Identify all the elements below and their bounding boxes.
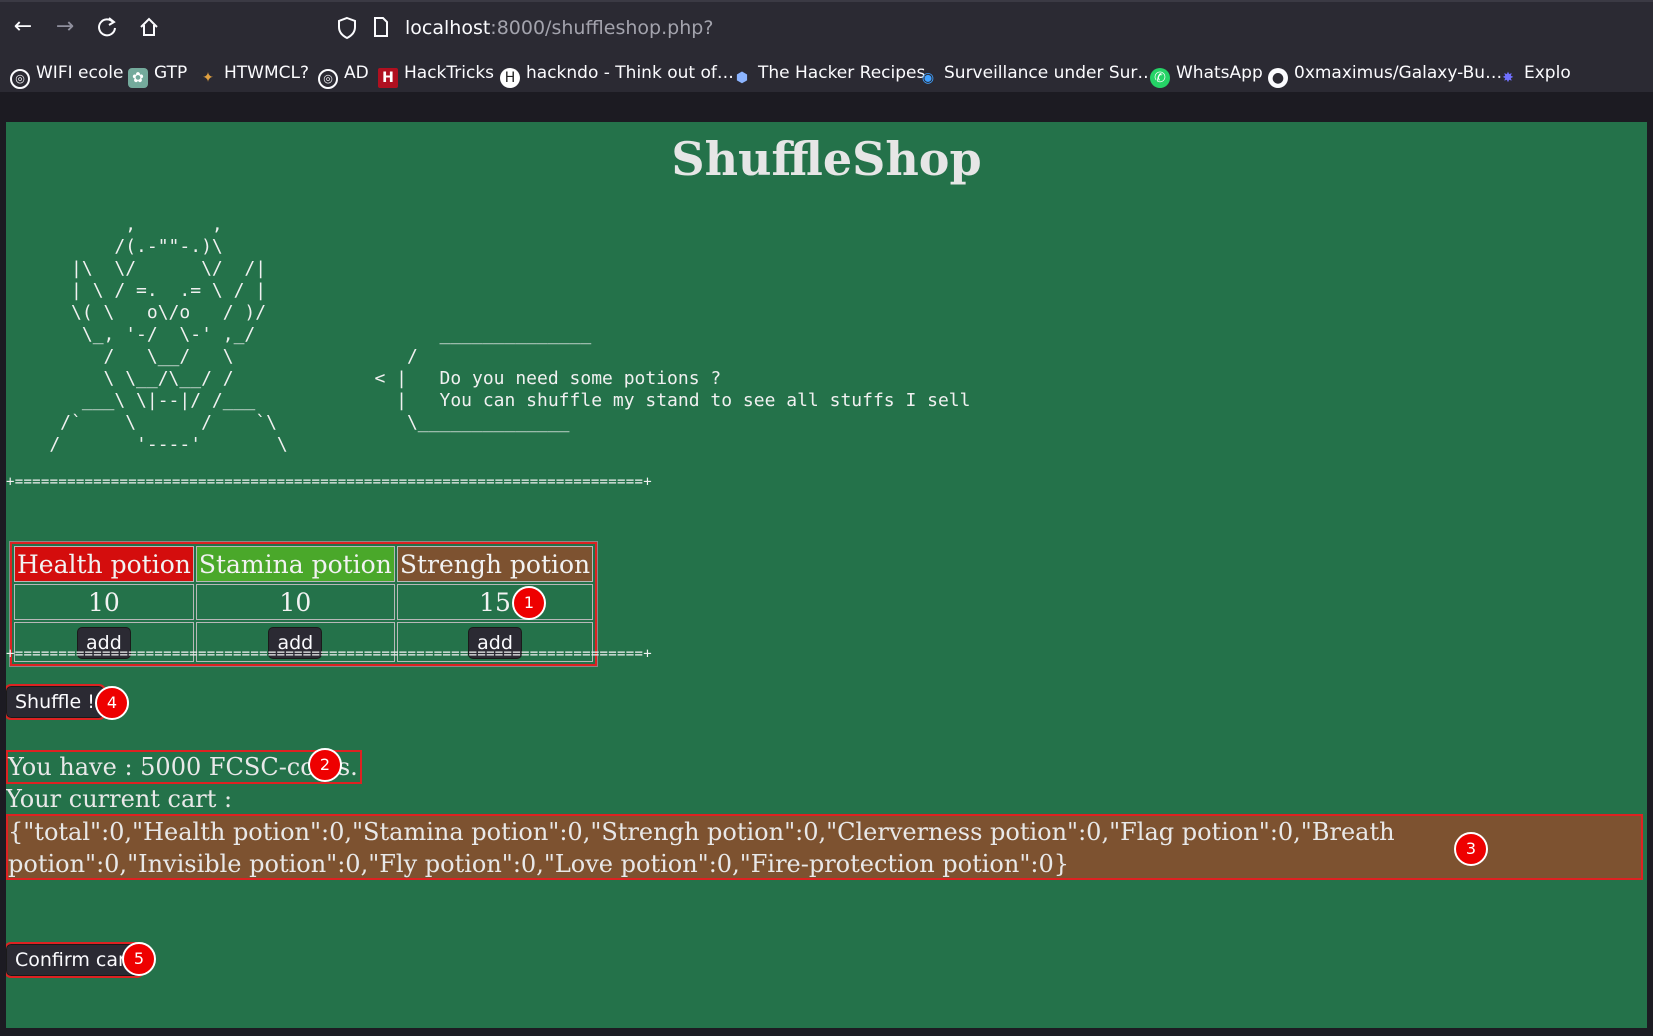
runner-icon: ✦ — [202, 70, 214, 86]
product-price-health: 10 — [14, 584, 194, 620]
hacker-recipes-icon: ⬢ — [735, 70, 749, 86]
shield-icon[interactable] — [336, 16, 358, 44]
annotation-marker-3: 3 — [1454, 832, 1488, 866]
browser-gap — [0, 92, 1653, 122]
browser-toolbar: ← → localhost:8000/shuffleshop.php? — [0, 0, 1653, 54]
bookmark-hacker-recipes[interactable]: ⬢ The Hacker Recipes — [732, 60, 925, 86]
product-prices-row: 10 10 15 — [14, 584, 594, 620]
home-icon[interactable] — [134, 12, 164, 42]
bookmark-label: HackTricks — [404, 63, 495, 83]
bookmark-wifi-ecole[interactable]: ◎ WIFI ecole — [10, 60, 124, 89]
page-title: ShuffleShop — [671, 132, 982, 186]
url-bar[interactable]: localhost:8000/shuffleshop.php? — [330, 10, 1650, 46]
chatgpt-icon: ✿ — [128, 68, 148, 88]
bookmark-label: GTP — [154, 63, 188, 83]
bookmark-label: AD — [344, 63, 369, 83]
url-host: localhost — [405, 17, 491, 39]
bookmark-surveillance[interactable]: ◉ Surveillance under Sur… — [918, 60, 1155, 86]
product-name-stamina: Stamina potion — [195, 546, 395, 582]
bookmark-htwmcl[interactable]: ✦ HTWMCL? — [198, 60, 309, 86]
whatsapp-icon: ✆ — [1150, 68, 1170, 88]
hackndo-icon: H — [500, 68, 520, 88]
globe-icon: ◎ — [10, 69, 30, 89]
cart-contents: {"total":0,"Health potion":0,"Stamina po… — [6, 814, 1643, 880]
bookmark-hackndo[interactable]: Hhackndo - Think out of… — [500, 60, 734, 88]
annotation-marker-2: 2 — [308, 748, 342, 782]
annotation-marker-4: 4 — [95, 686, 129, 720]
shuffle-button[interactable]: Shuffle ! — [6, 684, 106, 720]
bookmark-github[interactable]: ● 0xmaximus/Galaxy-Bu… — [1268, 60, 1503, 88]
bookmark-explo[interactable]: ✸ Explo — [1498, 60, 1571, 86]
github-icon: ● — [1268, 68, 1288, 88]
page-content: ShuffleShop , , /(.-""-.)\ |\ \/ \/ /| |… — [6, 122, 1647, 1028]
bookmark-whatsapp[interactable]: ✆ WhatsApp — [1150, 60, 1263, 88]
product-name-health: Health potion — [14, 546, 194, 582]
url-path: :8000/shuffleshop.php? — [490, 17, 714, 39]
bookmark-label: Surveillance under Sur… — [944, 63, 1155, 83]
annotation-marker-1: 1 — [512, 586, 546, 620]
globe-icon: ◎ — [318, 69, 338, 89]
url-text[interactable]: localhost:8000/shuffleshop.php? — [405, 17, 713, 39]
product-names-row: Health potion Stamina potion Strengh pot… — [14, 546, 594, 582]
cart-label: Your current cart : — [6, 785, 233, 813]
bookmarks-bar: ◎ WIFI ecole ✿ GTP ✦ HTWMCL? ◎ AD H HackTrick… — [0, 54, 1653, 93]
bookmark-hacktricks[interactable]: H HackTricks — [378, 60, 495, 88]
reload-icon[interactable] — [92, 12, 122, 42]
bookmark-label: The Hacker Recipes — [758, 63, 926, 83]
bookmark-label: WIFI ecole — [36, 63, 124, 83]
product-name-strengh: Strengh potion — [396, 546, 594, 582]
ascii-art-shopkeeper: , , /(.-""-.)\ |\ \/ \/ /| | \ / =. .= \… — [49, 214, 971, 455]
bookmark-label: HTWMCL? — [224, 63, 310, 83]
bookmark-label: Explo — [1524, 63, 1571, 83]
bookmark-ad[interactable]: ◎ AD — [318, 60, 369, 89]
bookmark-label: hackndo - Think out of… — [526, 63, 734, 83]
product-price-strengh: 15 — [396, 584, 594, 620]
bookmark-label: 0xmaximus/Galaxy-Bu… — [1294, 63, 1503, 83]
eye-icon: ◉ — [921, 70, 935, 86]
page-icon — [372, 16, 390, 42]
bookmark-label: WhatsApp — [1176, 63, 1263, 83]
annotation-marker-5: 5 — [122, 942, 156, 976]
hacktricks-icon: H — [378, 68, 398, 88]
product-price-stamina: 10 — [195, 584, 395, 620]
back-arrow-icon[interactable]: ← — [8, 12, 38, 42]
bug-icon: ✸ — [1502, 70, 1514, 86]
divider-top: +=======================================… — [6, 474, 652, 490]
divider-bottom: +=======================================… — [6, 646, 652, 662]
bookmark-gtp[interactable]: ✿ GTP — [128, 60, 188, 88]
forward-arrow-icon[interactable]: → — [50, 12, 80, 42]
